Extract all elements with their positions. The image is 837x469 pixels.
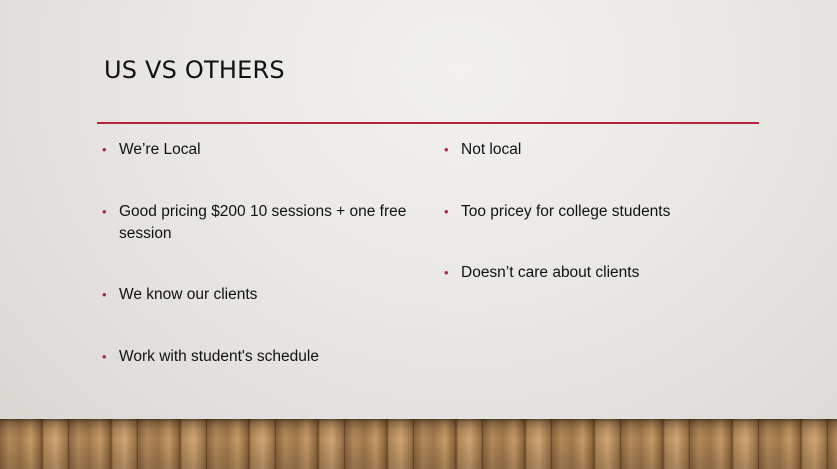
list-item: • Doesn’t care about clients	[444, 262, 744, 284]
bullet-icon: •	[444, 203, 449, 219]
floor-shading	[0, 419, 837, 469]
list-item: • We know our clients	[102, 284, 422, 306]
list-item-text: Good pricing $200 10 sessions + one free…	[119, 202, 407, 242]
bullet-icon: •	[102, 142, 107, 157]
list-item-text: Work with student's schedule	[119, 347, 319, 365]
slide: US VS OTHERS • We’re Local • Good pricin…	[0, 0, 837, 469]
list-item-text: We’re Local	[119, 141, 201, 158]
left-bullet-list: • We’re Local • Good pricing $200 10 ses…	[102, 139, 422, 407]
bullet-icon: •	[102, 203, 107, 219]
list-item-text: Doesn’t care about clients	[461, 264, 640, 281]
slide-title: US VS OTHERS	[104, 56, 285, 84]
bullet-icon: •	[444, 142, 449, 157]
bullet-icon: •	[444, 265, 449, 280]
list-item: • Too pricey for college students	[444, 201, 744, 223]
list-item-text: Not local	[461, 141, 522, 158]
list-item: • Good pricing $200 10 sessions + one fr…	[102, 201, 422, 245]
title-divider	[97, 122, 759, 124]
bullet-icon: •	[102, 348, 107, 364]
list-item: • Work with student's schedule	[102, 346, 422, 368]
right-bullet-list: • Not local • Too pricey for college stu…	[444, 139, 744, 324]
list-item-text: Too pricey for college students	[461, 202, 671, 220]
list-item-text: We know our clients	[119, 286, 258, 303]
bullet-icon: •	[102, 287, 107, 302]
list-item: • We’re Local	[102, 139, 422, 161]
list-item: • Not local	[444, 139, 744, 161]
